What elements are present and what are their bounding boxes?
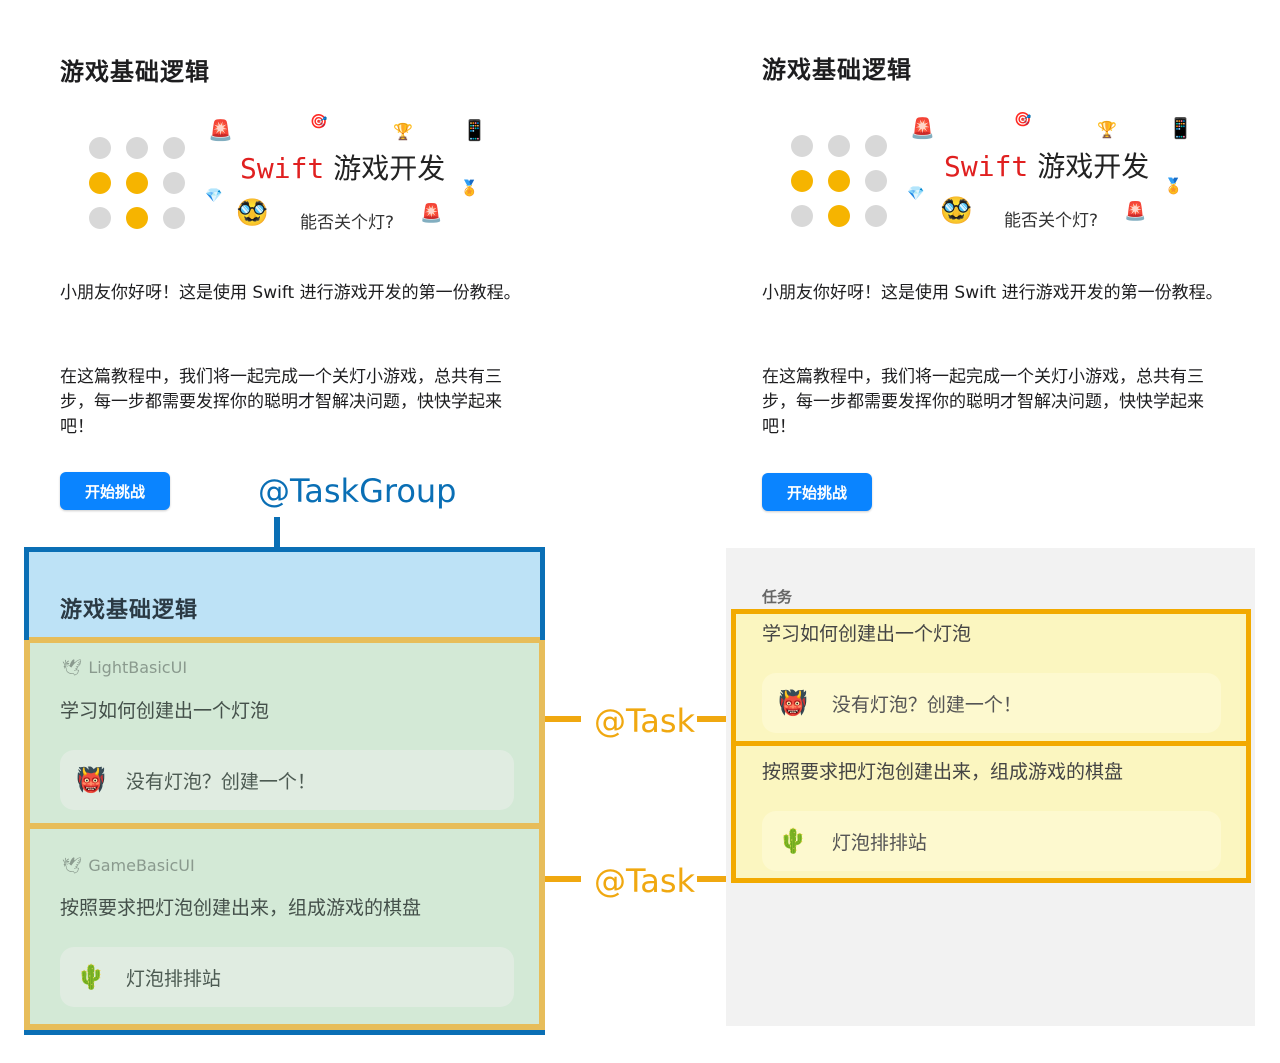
page-title: 游戏基础逻辑 — [60, 58, 210, 86]
banner-title: Swift 游戏开发 — [944, 150, 1150, 183]
task-outline — [24, 640, 545, 1030]
sunglasses-icon: 🥸 — [236, 198, 269, 228]
intro-text: 小朋友你好呀！这是使用 Swift 进行游戏开发的第一份教程。 — [762, 283, 1223, 303]
task-title: 学习如何创建出一个灯泡 — [762, 623, 972, 645]
banner: 🚨 🎯 🏆 📱 💎 🏅 🥸 🚨 Swift 游戏开发 能否关个灯? — [782, 110, 1202, 240]
intro-text: 小朋友你好呀！这是使用 Swift 进行游戏开发的第一份教程。 — [60, 283, 521, 303]
phone-icon: 📱 — [462, 118, 487, 142]
siren-icon: 🚨 — [208, 118, 233, 142]
diamond-icon: 💎 — [205, 188, 223, 204]
description-text: 在这篇教程中，我们将一起完成一个关灯小游戏，总共有三步，每一步都需要发挥你的聪明… — [60, 367, 502, 437]
target-icon: 🎯 — [310, 114, 328, 130]
taskgroup-annotation-label: @TaskGroup — [258, 472, 457, 510]
medal-icon: 🏅 — [460, 179, 479, 197]
target-icon: 🎯 — [1014, 112, 1032, 128]
trophy-icon: 🏆 — [1097, 120, 1117, 139]
trophy-icon: 🏆 — [393, 122, 413, 141]
siren-icon: 🚨 — [1124, 201, 1147, 222]
banner-title: Swift 游戏开发 — [240, 152, 446, 185]
siren-icon: 🚨 — [420, 203, 443, 224]
medal-icon: 🏅 — [1164, 177, 1183, 195]
phone-icon: 📱 — [1168, 116, 1193, 140]
start-challenge-button[interactable]: 开始挑战 — [60, 472, 170, 510]
sunglasses-icon: 🥸 — [940, 196, 973, 226]
task-card[interactable]: 🌵 灯泡排排站 — [762, 811, 1221, 871]
green-creature-icon: 🌵 — [778, 827, 808, 855]
taskgroup-connector — [274, 517, 280, 549]
red-creature-icon: 👹 — [778, 689, 808, 717]
task-card[interactable]: 👹 没有灯泡？创建一个！ — [762, 673, 1221, 733]
task-annotation-label: @Task — [594, 702, 696, 740]
section-label: 任务 — [762, 588, 793, 606]
task-connector — [545, 716, 581, 722]
task-connector — [545, 876, 581, 882]
page-title: 游戏基础逻辑 — [762, 56, 912, 84]
start-challenge-button[interactable]: 开始挑战 — [762, 473, 872, 511]
banner: 🚨 🎯 🏆 📱 💎 🏅 🥸 🚨 Swift 游戏开发 能否关个灯? — [80, 112, 500, 242]
siren-icon: 🚨 — [910, 116, 935, 140]
banner-subtitle: 能否关个灯? — [300, 213, 395, 233]
banner-subtitle: 能否关个灯? — [1004, 211, 1099, 231]
task-annotation-label: @Task — [594, 862, 696, 900]
task-title: 按照要求把灯泡创建出来，组成游戏的棋盘 — [762, 761, 1124, 783]
diamond-icon: 💎 — [907, 186, 925, 202]
description-text: 在这篇教程中，我们将一起完成一个关灯小游戏，总共有三步，每一步都需要发挥你的聪明… — [762, 367, 1204, 437]
